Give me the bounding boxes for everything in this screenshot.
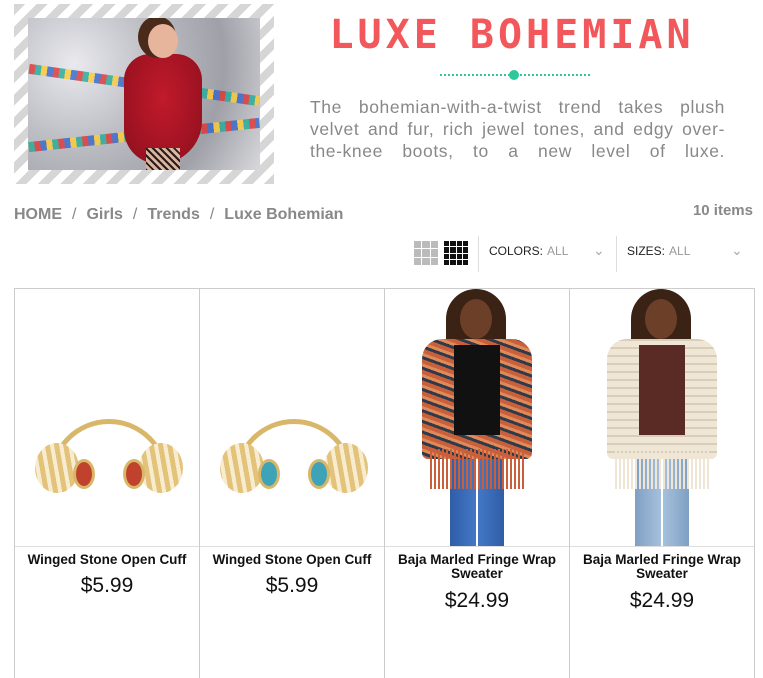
product-price: $24.99 xyxy=(629,589,695,612)
hero-image-frame xyxy=(14,4,274,184)
filter-divider xyxy=(616,236,617,272)
product-name[interactable]: Winged Stone Open Cuff xyxy=(204,553,380,567)
item-count: 10 items xyxy=(692,202,753,219)
product-card[interactable]: Baja Marled Fringe Wrap Sweater $24.99 xyxy=(570,289,755,678)
cuff-bracelet xyxy=(35,419,183,499)
title-divider xyxy=(440,70,590,80)
view-toggle xyxy=(414,241,468,265)
chevron-down-icon: ⌄ xyxy=(593,242,605,258)
breadcrumb-separator: / xyxy=(132,206,138,223)
grid-4x4-icon[interactable] xyxy=(444,241,468,265)
product-image[interactable] xyxy=(200,289,384,547)
model-figure xyxy=(597,289,727,546)
page-title: LUXE BOHEMIAN xyxy=(329,12,695,58)
chevron-down-icon: ⌄ xyxy=(731,242,743,258)
grid-3x3-icon[interactable] xyxy=(414,241,438,265)
breadcrumb-home[interactable]: HOME xyxy=(14,206,62,223)
product-image[interactable] xyxy=(385,289,569,547)
product-card[interactable]: Winged Stone Open Cuff $5.99 xyxy=(15,289,200,678)
colors-filter[interactable]: COLORS: ALL ⌄ xyxy=(489,242,609,258)
product-price: $24.99 xyxy=(444,589,510,612)
sizes-filter-value: ALL xyxy=(669,244,691,258)
product-image[interactable] xyxy=(15,289,199,547)
product-card[interactable]: Winged Stone Open Cuff $5.99 xyxy=(200,289,385,678)
product-name[interactable]: Winged Stone Open Cuff xyxy=(19,553,195,567)
product-grid: Winged Stone Open Cuff $5.99 Winged Ston… xyxy=(14,288,755,678)
breadcrumb-trends[interactable]: Trends xyxy=(147,206,199,223)
breadcrumb-separator: / xyxy=(209,206,215,223)
breadcrumb-girls[interactable]: Girls xyxy=(86,206,122,223)
hero-image xyxy=(28,18,260,170)
cuff-bracelet xyxy=(220,419,368,499)
product-name[interactable]: Baja Marled Fringe Wrap Sweater xyxy=(389,553,565,581)
model-head xyxy=(148,24,178,58)
filter-divider xyxy=(478,236,479,272)
sizes-filter[interactable]: SIZES: ALL ⌄ xyxy=(627,242,747,258)
product-name[interactable]: Baja Marled Fringe Wrap Sweater xyxy=(574,553,750,581)
colors-filter-value: ALL xyxy=(547,244,569,258)
model-legs xyxy=(146,148,180,170)
sizes-filter-label: SIZES: xyxy=(627,244,666,258)
divider-dot xyxy=(509,70,519,80)
product-image[interactable] xyxy=(570,289,754,547)
model-figure xyxy=(412,289,542,546)
product-price: $5.99 xyxy=(80,574,134,597)
trend-description: The bohemian-with-a-twist trend takes pl… xyxy=(310,97,725,161)
product-card[interactable]: Baja Marled Fringe Wrap Sweater $24.99 xyxy=(385,289,570,678)
product-price: $5.99 xyxy=(265,574,319,597)
breadcrumb: HOME / Girls / Trends / Luxe Bohemian xyxy=(14,206,343,224)
breadcrumb-current: Luxe Bohemian xyxy=(224,206,344,223)
breadcrumb-separator: / xyxy=(72,206,77,223)
colors-filter-label: COLORS: xyxy=(489,244,544,258)
